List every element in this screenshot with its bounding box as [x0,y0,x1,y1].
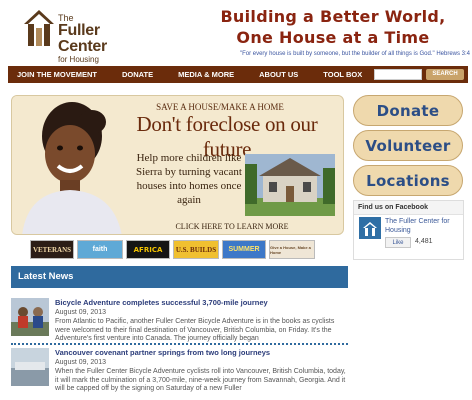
site-tagline: Building a Better World, One House at a … [198,6,468,48]
banner-us-builds[interactable]: U.S. BUILDS [173,240,219,259]
donate-button[interactable]: Donate [353,95,463,126]
search-input[interactable] [374,69,422,80]
tagline-line-2: One House at a Time [236,28,430,47]
site-header: The Fuller Center for Housing Building a… [0,0,472,64]
scripture-quote: "For every house is built by someone, bu… [239,51,470,57]
fuller-center-logo[interactable]: The Fuller Center for Housing [20,4,150,64]
news-excerpt: When the Fuller Center Bicycle Adventure… [55,368,346,393]
hero-body: Help more children like Sierra by turnin… [136,152,242,206]
program-banners: VETERANS faith AFRICA U.S. BUILDS SUMMER… [30,240,320,259]
nav-join-the-movement[interactable]: JOIN THE MOVEMENT [8,70,97,79]
hero-learn-more-link[interactable]: CLICK HERE TO LEARN MORE [172,222,292,231]
nav-tool-box[interactable]: TOOL BOX [314,70,362,79]
banner-summer[interactable]: SUMMER [222,240,266,259]
nav-donate[interactable]: DONATE [113,70,153,79]
news-date: August 09, 2013 [55,359,106,366]
hero-banner[interactable]: SAVE A HOUSE/MAKE A HOME Don't foreclose… [11,95,344,235]
banner-africa[interactable]: AFRICA [126,240,170,259]
logo-name: Fuller Center [58,22,107,55]
news-divider [11,343,348,345]
facebook-widget: Find us on Facebook The Fuller Center fo… [353,200,464,260]
search-button[interactable]: SEARCH [426,69,464,80]
logo-sub: for Housing [58,55,99,64]
house-photo [245,154,335,216]
facebook-page-name[interactable]: The Fuller Center for Housing [385,217,463,235]
banner-faith[interactable]: faith [77,240,123,259]
nav-about-us[interactable]: ABOUT US [250,70,298,79]
facebook-like-button[interactable]: Like [385,237,411,248]
news-date: August 09, 2013 [55,309,106,316]
main-nav: JOIN THE MOVEMENT DONATE MEDIA & MORE AB… [8,66,468,83]
house-logo-icon [24,10,54,46]
volunteer-button[interactable]: Volunteer [353,130,463,161]
news-title-link[interactable]: Bicycle Adventure completes successful 3… [55,298,347,307]
fuller-center-page-icon[interactable] [359,217,381,239]
nav-media-more[interactable]: MEDIA & MORE [169,70,234,79]
news-thumbnail-vancouver[interactable] [11,348,49,386]
facebook-like-count: 4,481 [415,238,433,245]
locations-button[interactable]: Locations [353,165,463,196]
news-title-link[interactable]: Vancouver covenant partner springs from … [55,348,347,357]
banner-give-a-house[interactable]: Give a House, Make a Home [269,240,315,259]
tagline-line-1: Building a Better World, [220,7,446,26]
hero-kicker: SAVE A HOUSE/MAKE A HOME [156,102,284,112]
news-thumbnail-cyclists[interactable] [11,298,49,336]
facebook-widget-header: Find us on Facebook [354,201,463,215]
banner-veterans[interactable]: VETERANS [30,240,74,259]
news-excerpt: From Atlantic to Pacific, another Fuller… [55,318,335,343]
latest-news-header: Latest News [11,266,348,288]
